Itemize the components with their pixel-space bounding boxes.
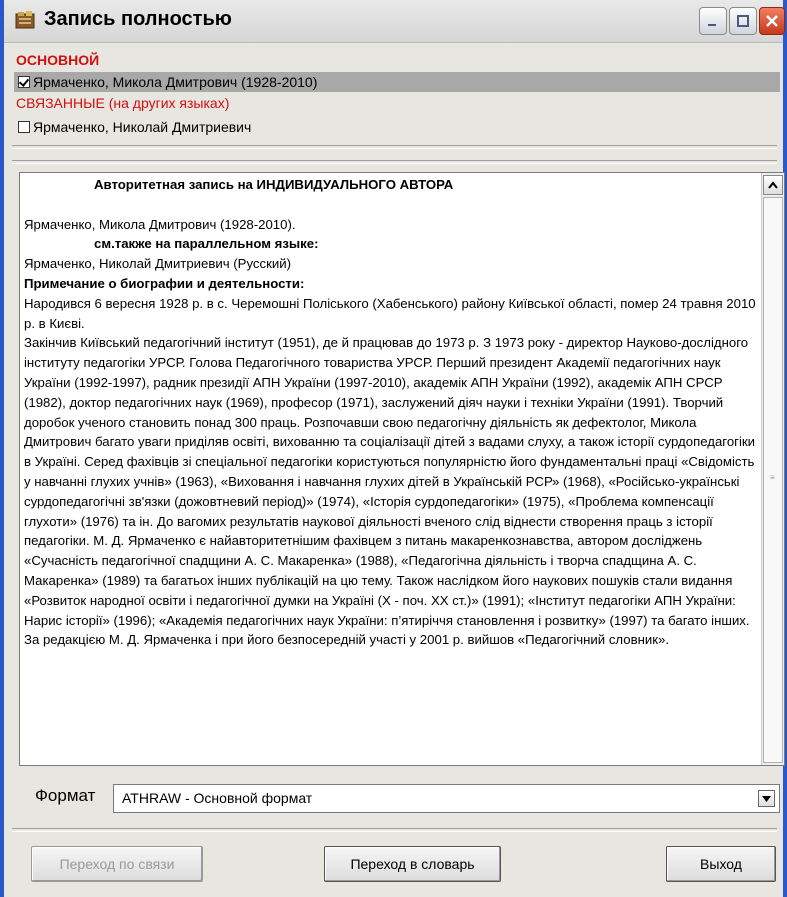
title-bar[interactable]: Запись полностью	[4, 0, 785, 43]
close-icon	[766, 15, 778, 27]
close-button[interactable]	[759, 7, 785, 35]
main-heading: ОСНОВНОЙ	[16, 52, 100, 68]
window-title: Запись полностью	[44, 8, 232, 30]
chevron-up-icon	[768, 181, 778, 189]
main-record-label: Ярмаченко, Микола Дмитрович (1928-2010)	[33, 74, 318, 90]
record-window: Запись полностью ОСНОВНОЙ Ярмаченко, Мик…	[0, 0, 787, 897]
divider	[12, 160, 777, 164]
follow-link-button[interactable]: Переход по связи	[31, 846, 203, 882]
vertical-scrollbar[interactable]: ≡	[761, 173, 784, 765]
note-heading: Примечание о биографии и деятельности:	[24, 275, 305, 291]
main-record-row[interactable]: Ярмаченко, Микола Дмитрович (1928-2010)	[14, 72, 780, 92]
biography-text: Закінчив Київський педагогічний інститут…	[24, 335, 756, 648]
dictionary-button[interactable]: Переход в словарь	[324, 846, 501, 882]
format-dropdown-button[interactable]	[758, 790, 775, 807]
related-record-label: Ярмаченко, Николай Дмитриевич	[33, 119, 252, 135]
grip-icon: ≡	[770, 473, 775, 482]
related-record-row[interactable]: Ярмаченко, Николай Дмитриевич	[14, 117, 251, 137]
record-name: Ярмаченко, Микола Дмитрович (1928-2010).	[24, 216, 296, 232]
related-record-checkbox[interactable]	[18, 121, 30, 133]
see-also-heading: см.также на параллельном языке:	[94, 236, 319, 252]
record-title: Авторитетная запись на ИНДИВИДУАЛЬНОГО А…	[94, 177, 454, 192]
minimize-icon	[708, 24, 716, 26]
record-text-panel[interactable]: Авторитетная запись на ИНДИВИДУАЛЬНОГО А…	[19, 172, 785, 766]
chevron-down-icon	[762, 795, 771, 802]
birth-info: Народився 6 вересня 1928 р. в с. Черемош…	[24, 295, 756, 331]
divider	[12, 828, 777, 832]
format-select[interactable]: ATHRAW - Основной формат	[113, 784, 780, 813]
app-icon	[15, 11, 35, 29]
parallel-name: Ярмаченко, Николай Дмитриевич (Русский)	[24, 256, 292, 272]
scroll-thumb[interactable]: ≡	[763, 197, 783, 763]
format-value: ATHRAW - Основной формат	[122, 790, 313, 806]
exit-button[interactable]: Выход	[666, 846, 776, 882]
format-label: Формат	[35, 786, 96, 805]
related-heading: СВЯЗАННЫЕ (на других языках)	[16, 95, 230, 111]
main-record-checkbox[interactable]	[18, 76, 30, 88]
scroll-up-button[interactable]	[763, 175, 783, 195]
divider	[12, 145, 777, 149]
maximize-button[interactable]	[729, 7, 757, 35]
minimize-button[interactable]	[699, 7, 727, 35]
record-text: Авторитетная запись на ИНДИВИДУАЛЬНОГО А…	[24, 175, 759, 650]
maximize-icon	[737, 15, 749, 27]
